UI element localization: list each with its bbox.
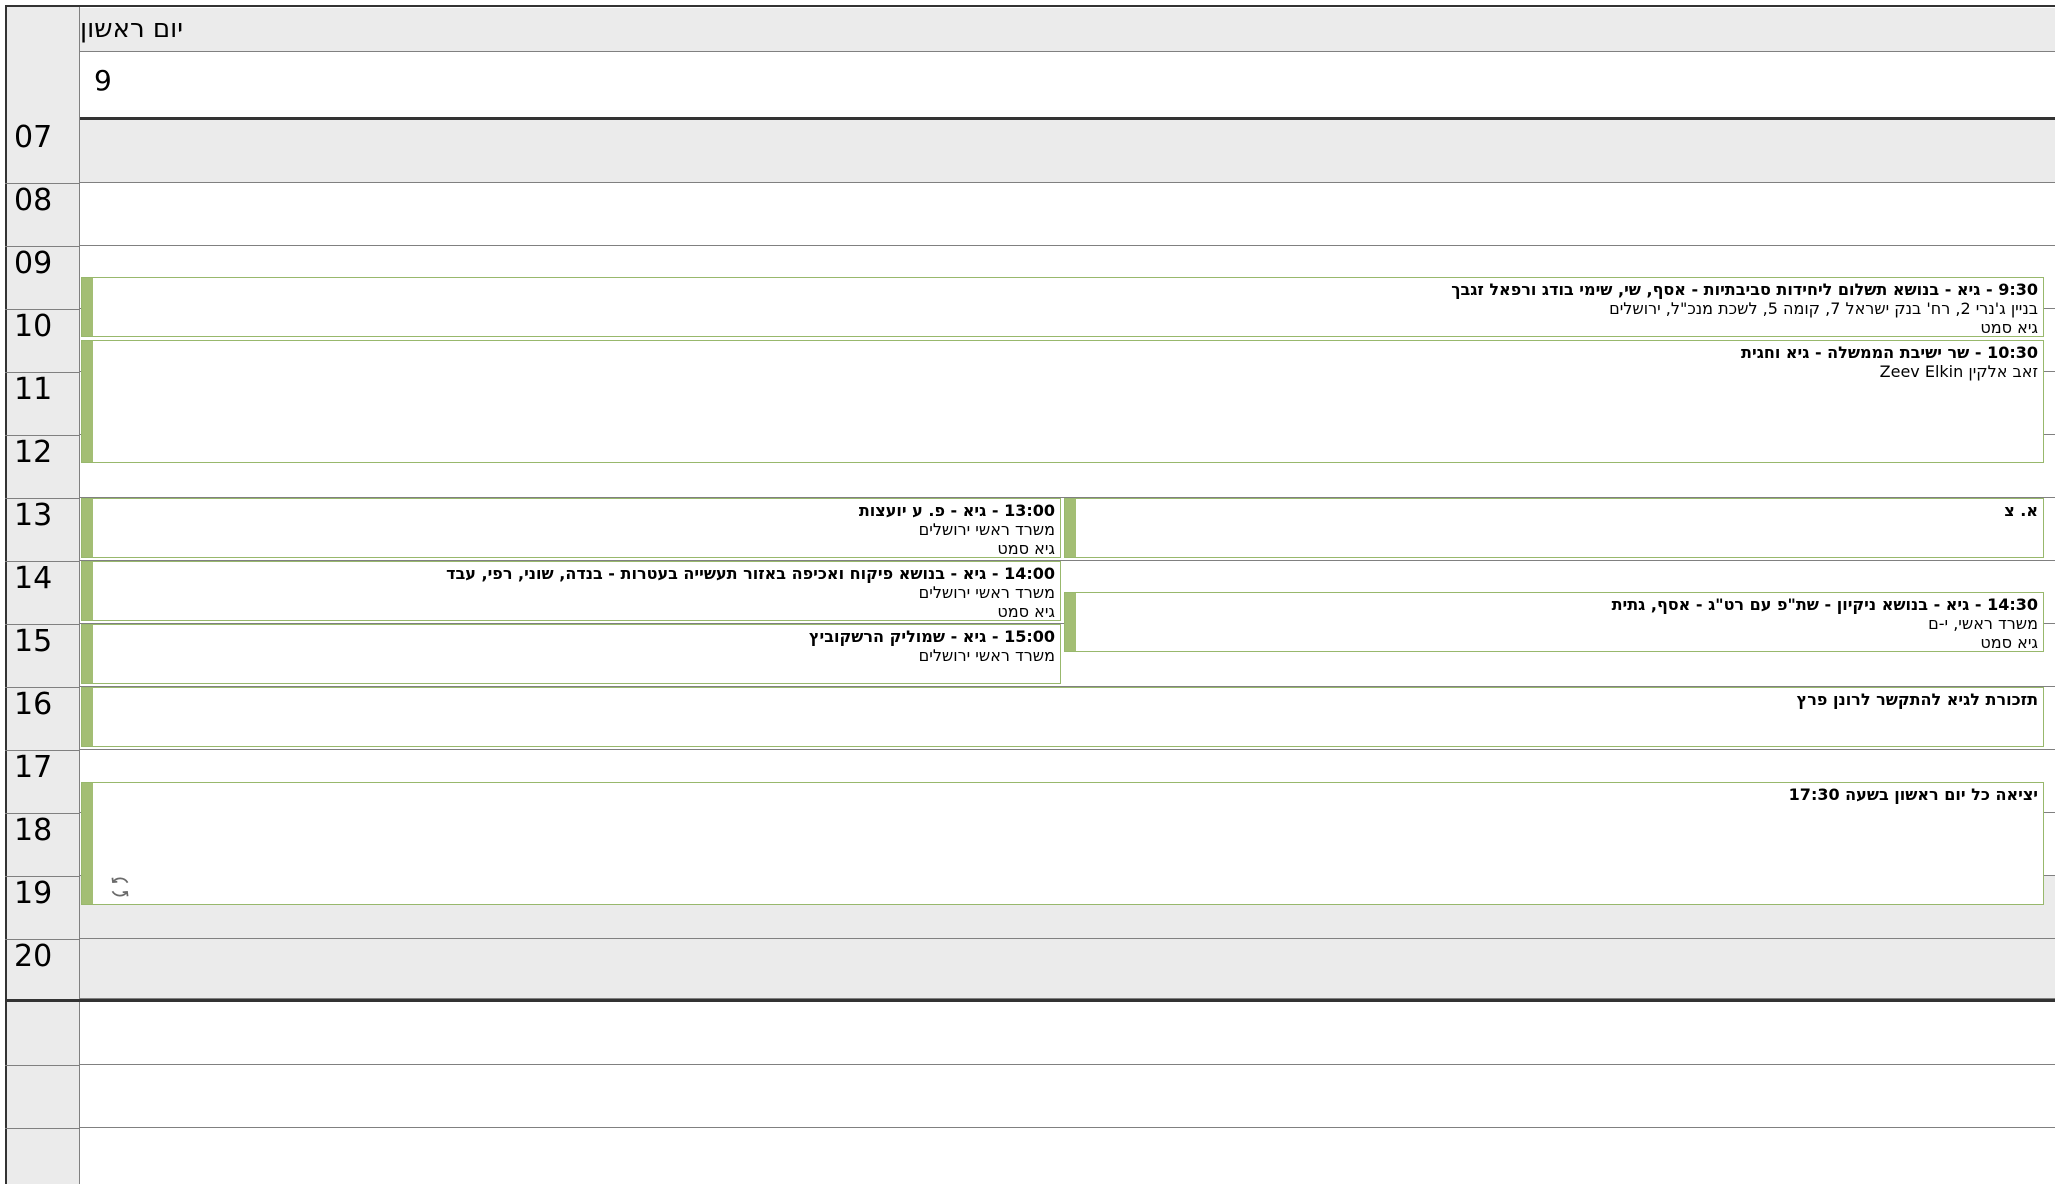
event-location: משרד ראשי, י-ם xyxy=(1928,614,2038,633)
calendar-day-view: יום ראשון 9 07 08 09 10 11 12 13 14 15 1… xyxy=(0,0,2055,1184)
hour-label: 13 xyxy=(14,498,53,533)
top-border xyxy=(5,5,2055,7)
event-organizer: גיא סמט xyxy=(1980,318,2038,337)
calendar-event[interactable]: א. צ xyxy=(1064,498,2044,558)
event-color-bar xyxy=(1065,593,1076,651)
hour-slot-08[interactable] xyxy=(80,183,2055,246)
event-organizer: גיא סמט xyxy=(997,602,1055,621)
event-title: א. צ xyxy=(2004,501,2038,520)
event-color-bar xyxy=(82,341,93,462)
event-title: 15:00 - גיא - שמוליק הרשקוביץ xyxy=(808,627,1055,646)
hour-label: 09 xyxy=(14,246,53,281)
empty-row[interactable] xyxy=(80,1002,2055,1065)
event-content: 13:00 - גיא - פ. ע יועצות משרד ראשי ירוש… xyxy=(96,501,1055,558)
event-content: 14:30 - גיא - בנושא ניקיון - שת"פ עם רט"… xyxy=(1079,595,2038,652)
event-title: 9:30 - גיא - בנושא תשלום ליחידות סביבתיו… xyxy=(1451,280,2038,299)
event-title: 14:00 - גיא - בנושא פיקוח ואכיפה באזור ת… xyxy=(446,564,1055,583)
event-content: 15:00 - גיא - שמוליק הרשקוביץ משרד ראשי … xyxy=(96,627,1055,665)
hour-label: 14 xyxy=(14,561,53,596)
hour-label: 10 xyxy=(14,309,53,344)
event-title: יציאה כל יום ראשון בשעה 17:30 xyxy=(1788,785,2038,804)
calendar-event[interactable]: 14:00 - גיא - בנושא פיקוח ואכיפה באזור ת… xyxy=(81,561,1061,621)
event-title: 14:30 - גיא - בנושא ניקיון - שת"פ עם רט"… xyxy=(1611,595,2038,614)
calendar-event[interactable]: תזכורת לגיא להתקשר לרונן פרץ xyxy=(81,687,2044,747)
hour-label: 17 xyxy=(14,750,53,785)
event-location: משרד ראשי ירושלים xyxy=(918,583,1055,602)
hour-label: 18 xyxy=(14,813,53,848)
event-organizer: גיא סמט xyxy=(1980,633,2038,652)
event-title: 10:30 - שר ישיבת הממשלה - גיא וחגית xyxy=(1741,343,2038,362)
event-color-bar xyxy=(82,499,93,557)
hour-label: 15 xyxy=(14,624,53,659)
day-header[interactable]: יום ראשון xyxy=(80,8,2055,52)
all-day-area[interactable]: 9 xyxy=(80,52,2055,117)
calendar-event[interactable]: יציאה כל יום ראשון בשעה 17:30 xyxy=(81,782,2044,905)
event-content: 9:30 - גיא - בנושא תשלום ליחידות סביבתיו… xyxy=(96,280,2038,337)
empty-row[interactable] xyxy=(80,1065,2055,1128)
day-name: יום ראשון xyxy=(80,14,184,44)
hour-label: 08 xyxy=(14,183,53,218)
calendar-event[interactable]: 15:00 - גיא - שמוליק הרשקוביץ משרד ראשי … xyxy=(81,624,1061,684)
event-color-bar xyxy=(82,688,93,746)
event-content: 14:00 - גיא - בנושא פיקוח ואכיפה באזור ת… xyxy=(96,564,1055,621)
hour-slot-07[interactable] xyxy=(80,120,2055,183)
day-number: 9 xyxy=(94,64,112,97)
hour-label: 16 xyxy=(14,687,53,722)
event-content: תזכורת לגיא להתקשר לרונן פרץ xyxy=(96,690,2038,709)
hour-label: 20 xyxy=(14,939,53,974)
event-title: 13:00 - גיא - פ. ע יועצות xyxy=(858,501,1055,520)
calendar-event[interactable]: 9:30 - גיא - בנושא תשלום ליחידות סביבתיו… xyxy=(81,277,2044,337)
event-location: משרד ראשי ירושלים xyxy=(918,520,1055,539)
hour-label: 12 xyxy=(14,435,53,470)
event-location: זאב אלקין Zeev Elkin xyxy=(1879,362,2038,381)
event-title: תזכורת לגיא להתקשר לרונן פרץ xyxy=(1796,690,2038,709)
calendar-event[interactable]: 10:30 - שר ישיבת הממשלה - גיא וחגית זאב … xyxy=(81,340,2044,463)
event-organizer: גיא סמט xyxy=(997,539,1055,558)
gutter-line xyxy=(5,1065,80,1066)
hour-label: 11 xyxy=(14,372,53,407)
event-color-bar xyxy=(82,783,93,904)
event-location: בניין ג'נרי 2, רח' בנק ישראל 7, קומה 5, … xyxy=(1609,299,2038,318)
event-content: א. צ xyxy=(1079,501,2038,520)
calendar-event[interactable]: 14:30 - גיא - בנושא ניקיון - שת"פ עם רט"… xyxy=(1064,592,2044,652)
calendar-event[interactable]: 13:00 - גיא - פ. ע יועצות משרד ראשי ירוש… xyxy=(81,498,1061,558)
event-location: משרד ראשי ירושלים xyxy=(918,646,1055,665)
gutter-line xyxy=(5,1128,80,1129)
hour-label: 07 xyxy=(14,120,53,155)
event-content: 10:30 - שר ישיבת הממשלה - גיא וחגית זאב … xyxy=(96,343,2038,381)
left-border xyxy=(5,5,7,1184)
empty-row[interactable] xyxy=(80,1128,2055,1184)
event-color-bar xyxy=(1065,499,1076,557)
event-content: יציאה כל יום ראשון בשעה 17:30 xyxy=(96,785,2038,804)
event-color-bar xyxy=(82,278,93,336)
hour-label: 19 xyxy=(14,876,53,911)
event-color-bar xyxy=(82,625,93,683)
hour-slot-20[interactable] xyxy=(80,939,2055,999)
event-color-bar xyxy=(82,562,93,620)
recurring-icon xyxy=(111,877,129,897)
